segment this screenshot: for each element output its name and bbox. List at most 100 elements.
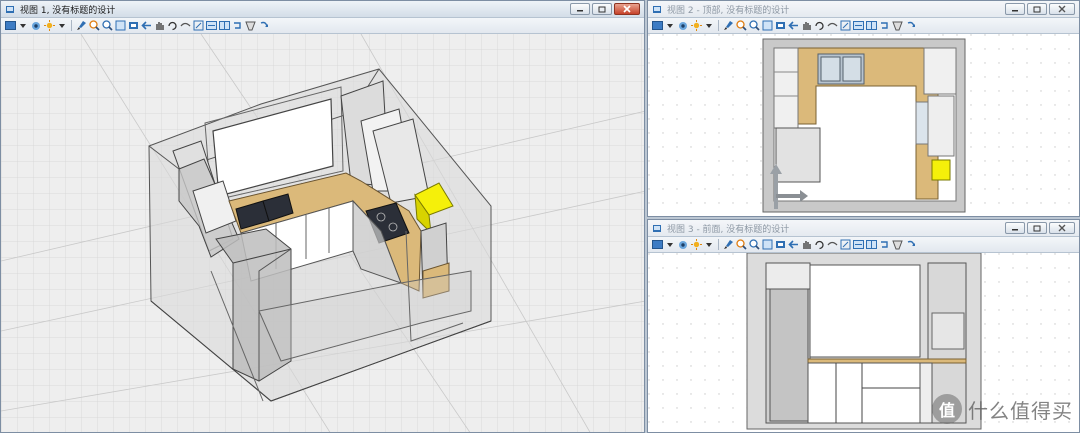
dropdown-icon[interactable] xyxy=(17,20,29,32)
minimize-button[interactable] xyxy=(1005,222,1025,234)
eye-icon[interactable] xyxy=(677,239,689,251)
view-select-icon[interactable] xyxy=(651,20,663,32)
sun-icon[interactable] xyxy=(690,239,702,251)
watermark: 值 什么值得买 xyxy=(932,394,1073,424)
fit-selection-icon[interactable] xyxy=(192,20,204,32)
layout-icon[interactable] xyxy=(865,20,877,32)
undo-view-icon[interactable] xyxy=(878,239,890,251)
fit-selection-icon[interactable] xyxy=(839,239,851,251)
dropdown-icon[interactable] xyxy=(703,239,715,251)
restore-icon xyxy=(598,6,606,12)
redo-view-icon[interactable] xyxy=(904,239,916,251)
view3-title: 视图 3 - 前面, 没有标题的设计 xyxy=(667,224,790,235)
zoom-extents-icon[interactable] xyxy=(774,239,786,251)
close-icon xyxy=(1058,5,1066,13)
perspective-icon[interactable] xyxy=(891,239,903,251)
minimize-icon xyxy=(1012,10,1018,12)
rotate-icon[interactable] xyxy=(813,20,825,32)
view1-titlebar[interactable]: 视图 1, 没有标题的设计 xyxy=(1,1,644,18)
close-button[interactable] xyxy=(614,3,640,15)
view3-titlebar[interactable]: 视图 3 - 前面, 没有标题的设计 xyxy=(648,220,1079,237)
rotate-icon[interactable] xyxy=(166,20,178,32)
zoom-in-icon[interactable] xyxy=(735,239,747,251)
view-select-icon[interactable] xyxy=(4,20,16,32)
close-button[interactable] xyxy=(1049,3,1075,15)
maximize-button[interactable] xyxy=(1027,3,1047,15)
brush-icon[interactable] xyxy=(722,239,734,251)
toolbar-separator xyxy=(718,239,719,250)
zoom-extents-icon[interactable] xyxy=(127,20,139,32)
view3-front-viewport[interactable]: 值 什么值得买 xyxy=(648,253,1079,432)
redo-view-icon[interactable] xyxy=(257,20,269,32)
previous-view-icon[interactable] xyxy=(787,20,799,32)
sun-icon[interactable] xyxy=(690,20,702,32)
maximize-button[interactable] xyxy=(592,3,612,15)
toolbar-separator xyxy=(71,20,72,31)
maximize-button[interactable] xyxy=(1027,222,1047,234)
view2-window: 视图 2 - 顶部, 没有标题的设计 xyxy=(647,0,1080,217)
undo-view-icon[interactable] xyxy=(231,20,243,32)
minimize-button[interactable] xyxy=(570,3,590,15)
view3-toolbar xyxy=(648,237,1079,253)
close-icon xyxy=(623,5,631,13)
pan-icon[interactable] xyxy=(800,239,812,251)
eye-icon[interactable] xyxy=(677,20,689,32)
brush-icon[interactable] xyxy=(75,20,87,32)
walk-icon[interactable] xyxy=(826,20,838,32)
layout-icon[interactable] xyxy=(205,20,217,32)
close-icon xyxy=(1058,224,1066,232)
walk-icon[interactable] xyxy=(179,20,191,32)
view-window-icon xyxy=(653,6,661,13)
view-window-icon xyxy=(653,225,661,232)
zoom-out-icon[interactable] xyxy=(101,20,113,32)
restore-icon xyxy=(1033,6,1041,12)
dropdown-icon[interactable] xyxy=(664,239,676,251)
view2-titlebar[interactable]: 视图 2 - 顶部, 没有标题的设计 xyxy=(648,1,1079,18)
walk-icon[interactable] xyxy=(826,239,838,251)
toolbar-separator xyxy=(718,20,719,31)
minimize-button[interactable] xyxy=(1005,3,1025,15)
view3-window: 视图 3 - 前面, 没有标题的设计 值 什么值得买 xyxy=(647,219,1080,433)
zoom-window-icon[interactable] xyxy=(761,239,773,251)
redo-view-icon[interactable] xyxy=(904,20,916,32)
brush-icon[interactable] xyxy=(722,20,734,32)
previous-view-icon[interactable] xyxy=(787,239,799,251)
view1-3d-viewport[interactable] xyxy=(1,34,644,432)
dropdown-icon[interactable] xyxy=(703,20,715,32)
zoom-in-icon[interactable] xyxy=(88,20,100,32)
zoom-out-icon[interactable] xyxy=(748,20,760,32)
view1-toolbar xyxy=(1,18,644,34)
layout-icon[interactable] xyxy=(852,20,864,32)
pan-icon[interactable] xyxy=(800,20,812,32)
previous-view-icon[interactable] xyxy=(140,20,152,32)
zoom-extents-icon[interactable] xyxy=(774,20,786,32)
watermark-text: 什么值得买 xyxy=(968,398,1073,423)
layout-icon[interactable] xyxy=(865,239,877,251)
perspective-icon[interactable] xyxy=(891,20,903,32)
kitchen-3d-model xyxy=(1,34,644,432)
layout-icon[interactable] xyxy=(852,239,864,251)
view1-window: 视图 1, 没有标题的设计 xyxy=(0,0,645,433)
zoom-out-icon[interactable] xyxy=(748,239,760,251)
view-window-icon xyxy=(6,6,14,13)
zoom-window-icon[interactable] xyxy=(761,20,773,32)
pan-icon[interactable] xyxy=(153,20,165,32)
rotate-icon[interactable] xyxy=(813,239,825,251)
view2-top-viewport[interactable] xyxy=(648,34,1079,216)
sun-icon[interactable] xyxy=(43,20,55,32)
undo-view-icon[interactable] xyxy=(878,20,890,32)
fit-selection-icon[interactable] xyxy=(839,20,851,32)
view1-title: 视图 1, 没有标题的设计 xyxy=(20,5,116,16)
eye-icon[interactable] xyxy=(30,20,42,32)
minimize-icon xyxy=(577,10,583,12)
layout-icon[interactable] xyxy=(218,20,230,32)
dropdown-icon[interactable] xyxy=(664,20,676,32)
kitchen-top-plan xyxy=(648,34,1079,216)
view-select-icon[interactable] xyxy=(651,239,663,251)
dropdown-icon[interactable] xyxy=(56,20,68,32)
zoom-in-icon[interactable] xyxy=(735,20,747,32)
perspective-icon[interactable] xyxy=(244,20,256,32)
zoom-window-icon[interactable] xyxy=(114,20,126,32)
minimize-icon xyxy=(1012,229,1018,231)
close-button[interactable] xyxy=(1049,222,1075,234)
